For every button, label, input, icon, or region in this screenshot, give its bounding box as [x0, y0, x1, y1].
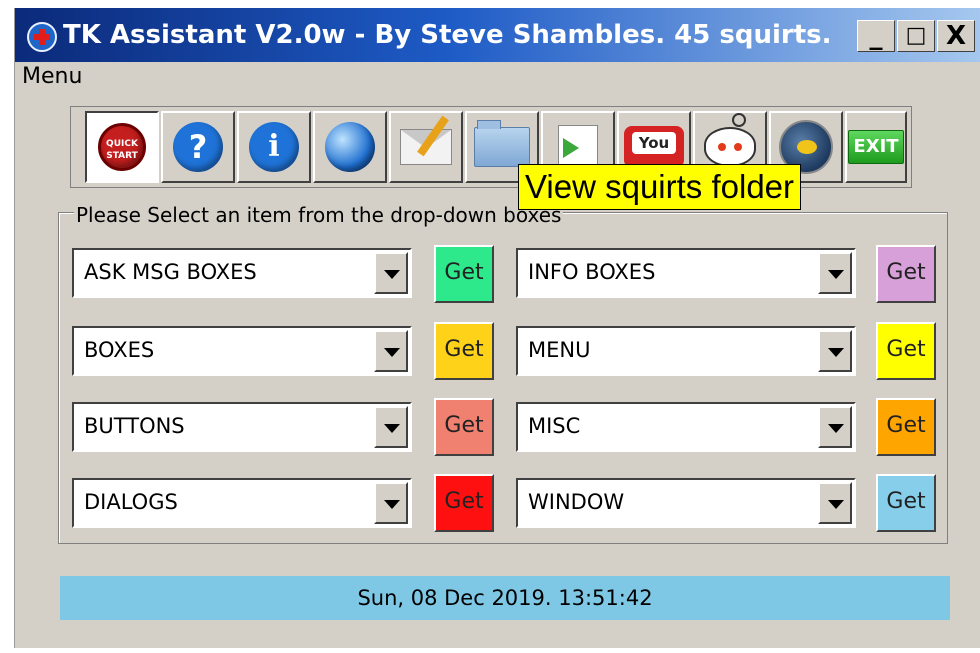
youtube-icon: You — [624, 126, 684, 168]
menu-bar-item[interactable]: Menu — [22, 64, 82, 89]
get-button-buttons[interactable]: Get — [434, 398, 494, 456]
reddit-icon — [704, 113, 756, 167]
email-button[interactable] — [389, 111, 463, 183]
combo-dialogs[interactable]: DIALOGS — [72, 478, 412, 528]
info-button[interactable]: i — [237, 111, 311, 183]
folder-icon — [474, 120, 530, 167]
minimize-button[interactable]: _ — [857, 20, 895, 52]
combo-value: WINDOW — [528, 490, 625, 514]
combo-boxes[interactable]: BOXES — [72, 326, 412, 376]
copy-files-icon — [558, 125, 598, 169]
get-button-misc[interactable]: Get — [876, 398, 936, 456]
mail-icon — [400, 115, 452, 165]
combo-value: DIALOGS — [84, 490, 178, 514]
combo-window[interactable]: WINDOW — [516, 478, 856, 528]
combo-value: MISC — [528, 414, 581, 438]
dropdown-arrow-icon[interactable] — [818, 252, 852, 294]
combo-misc[interactable]: MISC — [516, 402, 856, 452]
quick-start-icon: QUICK START — [98, 123, 146, 171]
dropdown-arrow-icon[interactable] — [818, 406, 852, 448]
app-icon — [27, 22, 57, 52]
combo-value: BUTTONS — [84, 414, 185, 438]
dropdown-arrow-icon[interactable] — [374, 330, 408, 372]
help-button[interactable]: ? — [161, 111, 235, 183]
get-button-ask-msg-boxes[interactable]: Get — [434, 245, 494, 303]
get-button-boxes[interactable]: Get — [434, 322, 494, 380]
exit-button[interactable]: EXIT — [845, 111, 907, 183]
quick-start-button[interactable]: QUICK START — [85, 111, 159, 183]
dropdown-arrow-icon[interactable] — [374, 252, 408, 294]
dropdown-arrow-icon[interactable] — [374, 406, 408, 448]
get-button-menu[interactable]: Get — [876, 322, 936, 380]
combo-value: BOXES — [84, 338, 155, 362]
combo-ask-msg-boxes[interactable]: ASK MSG BOXES — [72, 248, 412, 298]
combo-buttons[interactable]: BUTTONS — [72, 402, 412, 452]
exit-icon: EXIT — [848, 130, 904, 164]
get-button-window[interactable]: Get — [876, 474, 936, 532]
get-button-dialogs[interactable]: Get — [434, 474, 494, 532]
maximize-button[interactable]: □ — [897, 20, 935, 52]
combo-info-boxes[interactable]: INFO BOXES — [516, 248, 856, 298]
info-icon: i — [249, 122, 299, 172]
group-label: Please Select an item from the drop-down… — [74, 203, 564, 227]
title-bar[interactable]: TK Assistant V2.0w - By Steve Shambles. … — [15, 8, 980, 62]
dropdown-arrow-icon[interactable] — [818, 330, 852, 372]
combo-value: ASK MSG BOXES — [84, 260, 257, 284]
status-bar-datetime: Sun, 08 Dec 2019. 13:51:42 — [60, 576, 950, 620]
dropdown-arrow-icon[interactable] — [818, 482, 852, 524]
website-button[interactable] — [313, 111, 387, 183]
combo-value: INFO BOXES — [528, 260, 656, 284]
help-icon: ? — [173, 122, 223, 172]
globe-icon — [325, 122, 375, 172]
combo-menu[interactable]: MENU — [516, 326, 856, 376]
close-button[interactable]: X — [937, 20, 975, 52]
combo-value: MENU — [528, 338, 591, 362]
window-title: TK Assistant V2.0w - By Steve Shambles. … — [63, 20, 832, 50]
get-button-info-boxes[interactable]: Get — [876, 245, 936, 303]
toolbar-tooltip: View squirts folder — [518, 164, 802, 210]
dropdown-arrow-icon[interactable] — [374, 482, 408, 524]
